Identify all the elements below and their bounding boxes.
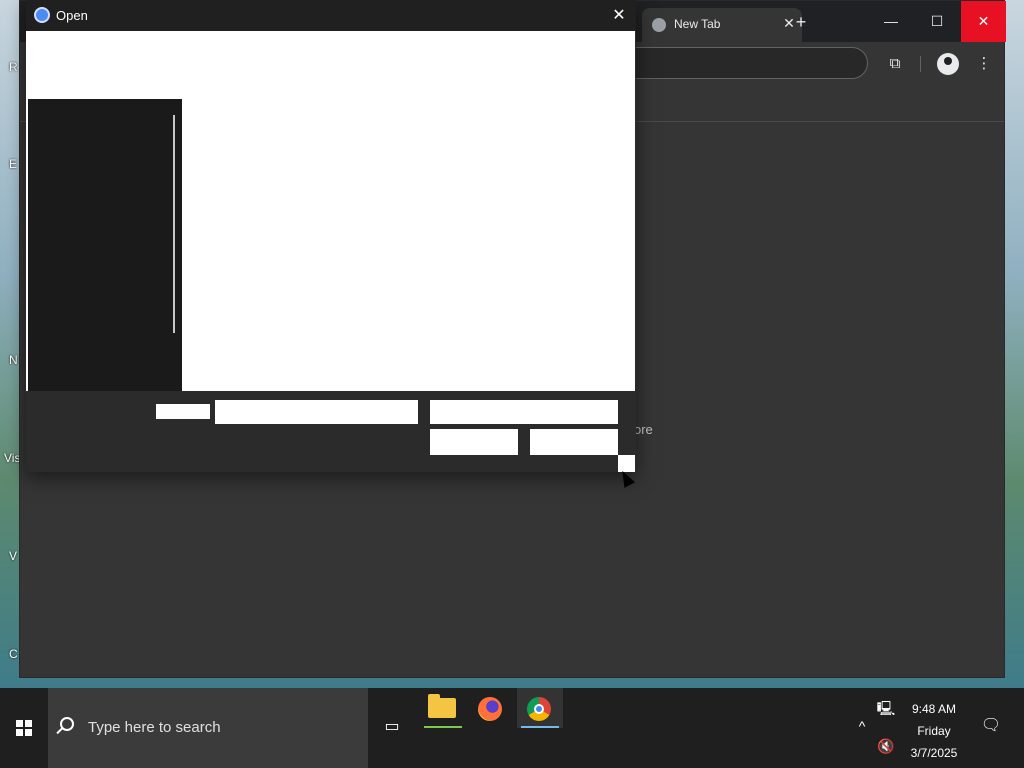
tab-new-tab[interactable]: New Tab ✕ bbox=[642, 8, 802, 42]
menu-icon[interactable]: ⋮ bbox=[972, 52, 996, 76]
clock-date: 3/7/2025 bbox=[910, 746, 958, 760]
desktop-icon-label[interactable]: V bbox=[9, 549, 17, 563]
open-dialog: Open ✕ bbox=[26, 0, 636, 472]
tab-title: New Tab bbox=[674, 17, 721, 31]
minimize-button[interactable]: — bbox=[868, 1, 914, 42]
running-indicator bbox=[424, 726, 462, 728]
firefox-button[interactable] bbox=[468, 688, 514, 728]
close-button[interactable]: ✕ bbox=[961, 1, 1006, 42]
profile-avatar-icon[interactable] bbox=[937, 53, 959, 75]
cancel-button[interactable] bbox=[530, 429, 618, 455]
desktop-icon-label[interactable]: R bbox=[9, 60, 18, 74]
network-icon[interactable]: 🖳 bbox=[874, 698, 898, 720]
folder-icon bbox=[428, 694, 456, 718]
nav-scrollbar[interactable] bbox=[173, 115, 175, 333]
taskbar: Type here to search ▭ ^ 🖳 🔇 9:48 AM Frid… bbox=[0, 688, 1024, 768]
toolbar-divider bbox=[920, 56, 921, 72]
partial-text: ore bbox=[634, 422, 653, 437]
file-name-input[interactable] bbox=[215, 400, 418, 424]
clock-time: 9:48 AM bbox=[911, 702, 957, 716]
file-type-select[interactable] bbox=[430, 400, 618, 424]
desktop-icon-label[interactable]: N bbox=[9, 353, 18, 367]
extensions-icon[interactable]: ⧉ bbox=[883, 52, 907, 76]
volume-muted-icon[interactable]: 🔇 bbox=[874, 738, 898, 760]
tray-chevron-icon[interactable]: ^ bbox=[852, 718, 872, 738]
open-button[interactable] bbox=[430, 429, 518, 455]
dialog-close-button[interactable]: ✕ bbox=[604, 2, 634, 29]
firefox-icon bbox=[478, 697, 502, 721]
dialog-content-area[interactable] bbox=[26, 31, 635, 391]
new-tab-button[interactable]: + bbox=[790, 11, 812, 33]
navigation-pane[interactable] bbox=[28, 99, 182, 391]
search-icon bbox=[60, 717, 74, 731]
start-button[interactable] bbox=[0, 688, 48, 768]
task-view-icon[interactable]: ▭ bbox=[380, 715, 404, 739]
chrome-icon bbox=[527, 697, 551, 721]
desktop-icon-label[interactable]: C bbox=[9, 647, 18, 661]
running-indicator bbox=[521, 726, 559, 728]
notification-icon[interactable]: 🗨 bbox=[980, 715, 1002, 737]
desktop-icon-label[interactable]: E bbox=[9, 157, 17, 171]
dialog-title: Open bbox=[56, 8, 88, 23]
dialog-footer bbox=[26, 391, 635, 472]
chrome-button[interactable] bbox=[517, 688, 563, 728]
clock[interactable]: 9:48 AM Friday 3/7/2025 bbox=[898, 698, 970, 764]
dialog-titlebar[interactable]: Open ✕ bbox=[26, 0, 636, 31]
search-placeholder: Type here to search bbox=[88, 719, 221, 736]
file-explorer-button[interactable] bbox=[420, 688, 466, 728]
file-name-label bbox=[156, 404, 210, 419]
desktop-icon-label[interactable]: Vis bbox=[4, 451, 20, 465]
chrome-icon bbox=[34, 7, 50, 23]
windows-logo-icon bbox=[16, 720, 32, 736]
globe-icon bbox=[652, 18, 666, 32]
search-box[interactable]: Type here to search bbox=[48, 688, 368, 768]
maximize-button[interactable]: ☐ bbox=[914, 1, 960, 42]
clock-day: Friday bbox=[917, 724, 951, 738]
